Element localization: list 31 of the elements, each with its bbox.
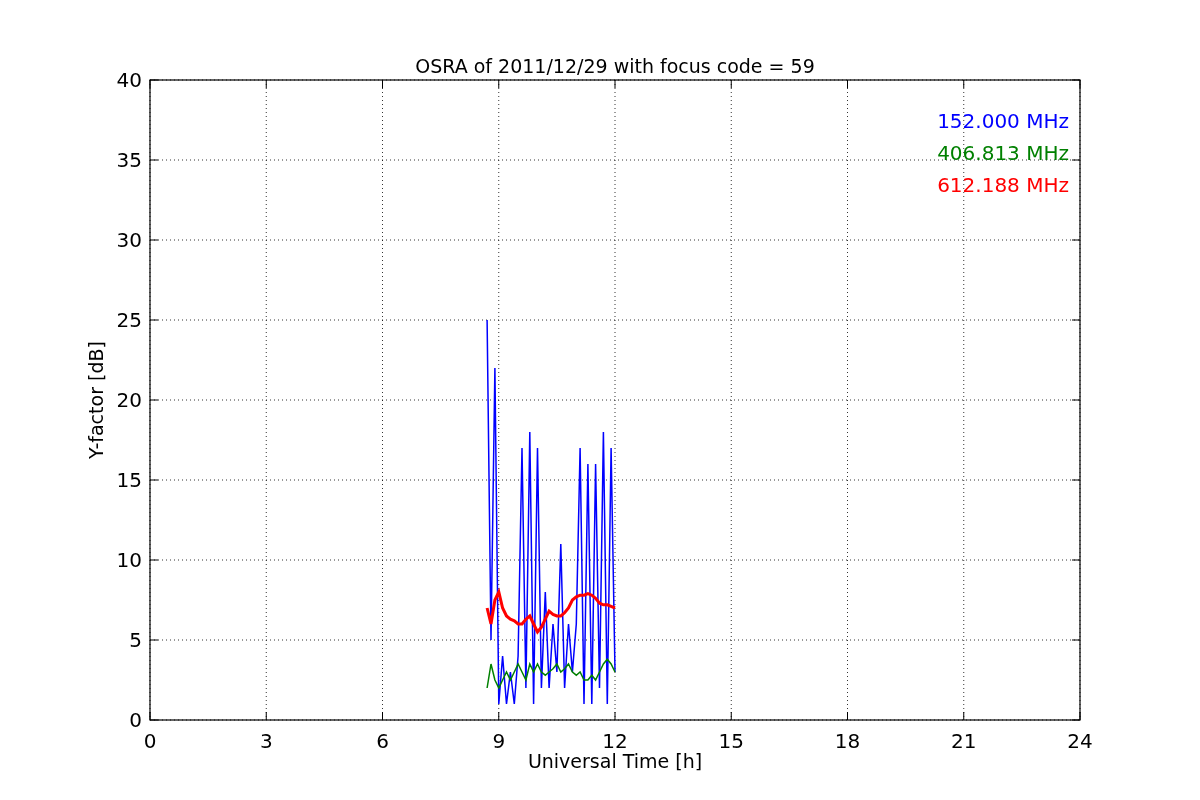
chart-title: OSRA of 2011/12/29 with focus code = 59 [415, 55, 815, 77]
series-label: 406.813 MHz [937, 141, 1069, 165]
tick-label: 30 [116, 228, 142, 252]
y-axis-label: Y-factor [dB] [85, 341, 107, 459]
tick-label: 10 [116, 548, 142, 572]
tick-label: 24 [1067, 729, 1093, 753]
series-label: 612.188 MHz [937, 173, 1069, 197]
tick-mark [614, 711, 616, 721]
tick-label: 5 [129, 628, 142, 652]
tick-label: 6 [376, 729, 389, 753]
x-axis-label: Universal Time [h] [527, 750, 703, 772]
tick-mark [265, 711, 267, 721]
tick-label: 21 [951, 729, 977, 753]
tick-mark [498, 711, 500, 721]
tick-label: 9 [492, 729, 506, 753]
tick-label: 15 [718, 729, 744, 753]
tick-label: 20 [116, 388, 142, 412]
tick-label: 0 [129, 708, 142, 732]
tick-label: 25 [116, 308, 142, 332]
series-label: 152.000 MHz [937, 109, 1069, 133]
tick-mark [847, 711, 848, 721]
tick-mark [382, 711, 383, 721]
tick-label: 3 [259, 729, 273, 753]
tick-label: 18 [834, 729, 861, 753]
tick-label: 12 [602, 729, 628, 753]
tick-label: 35 [116, 148, 142, 172]
tick-mark [730, 711, 732, 721]
tick-mark [963, 711, 965, 721]
tick-label: 0 [143, 729, 157, 753]
tick-label: 15 [116, 468, 142, 492]
tick-label: 40 [116, 68, 142, 92]
